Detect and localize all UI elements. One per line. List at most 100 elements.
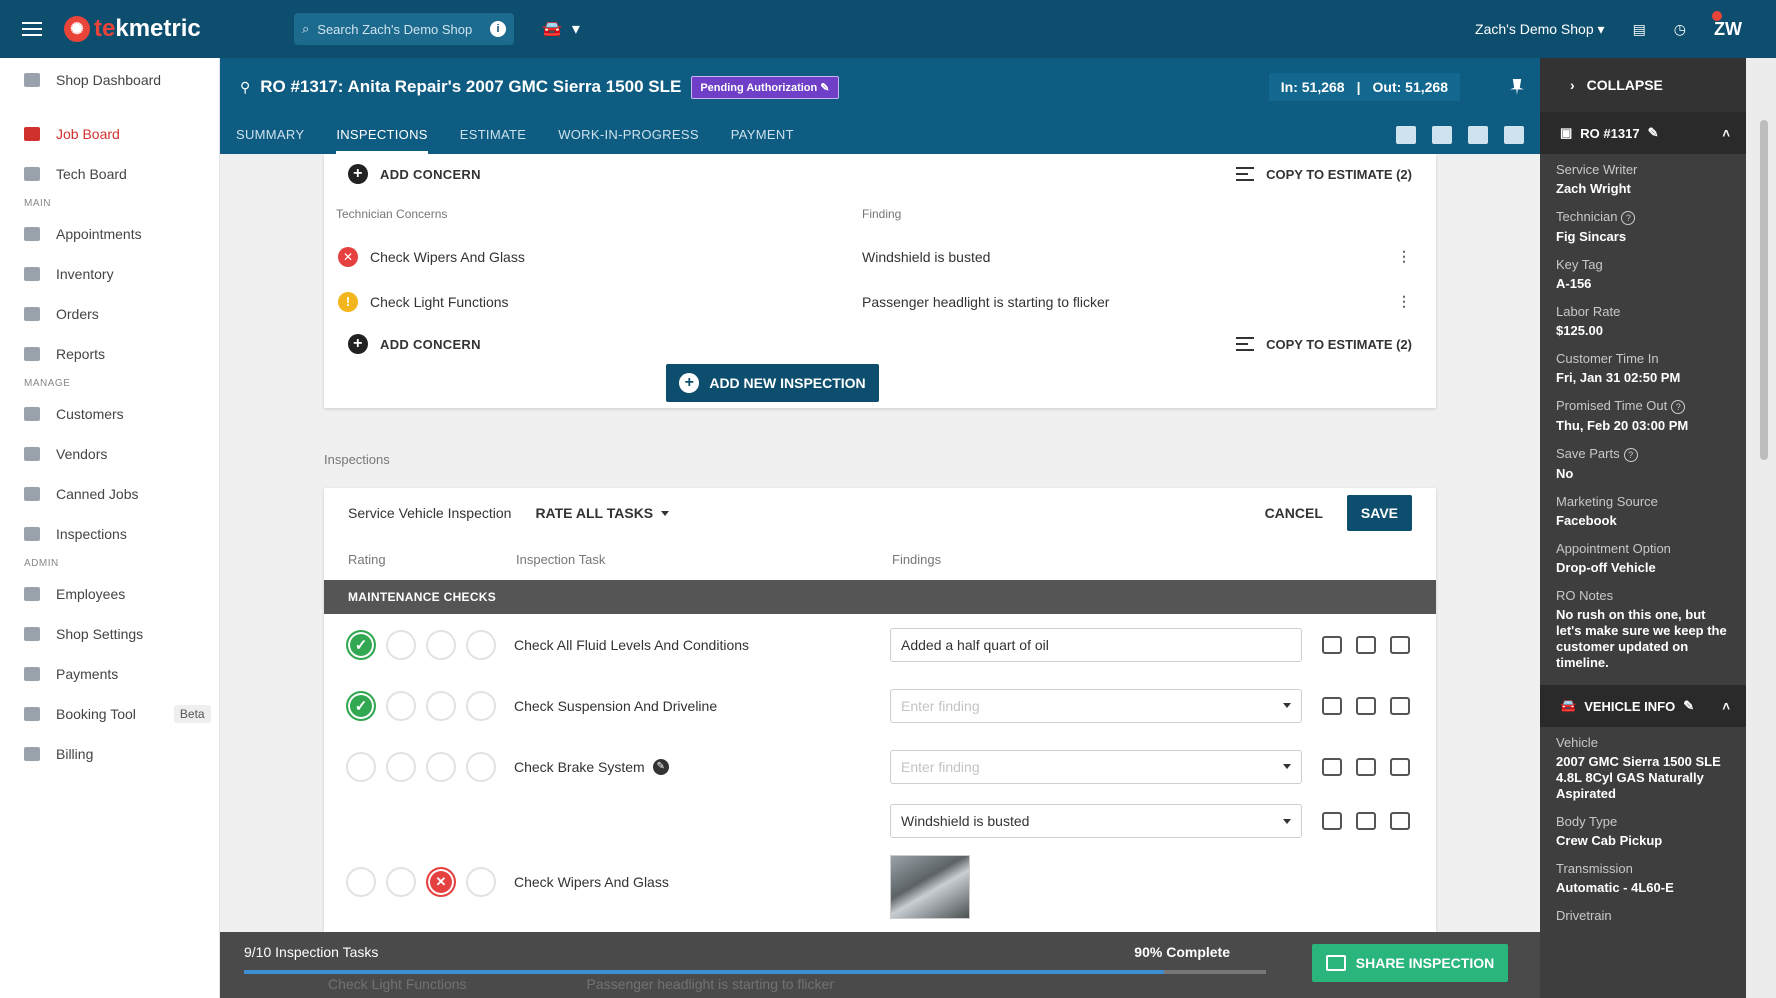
scrollbar-thumb[interactable] — [1760, 120, 1768, 460]
tab-inspections[interactable]: INSPECTIONS — [336, 116, 428, 154]
add-to-estimate-icon[interactable] — [1322, 696, 1342, 715]
edit-icon[interactable]: ✎ — [1683, 698, 1694, 714]
finding-select[interactable]: Enter finding — [890, 749, 1302, 784]
rating-option[interactable] — [346, 751, 376, 782]
clock-icon[interactable]: ◷ — [1674, 21, 1686, 38]
rating-option[interactable] — [426, 751, 456, 782]
tab-payment[interactable]: PAYMENT — [731, 116, 794, 154]
save-button[interactable]: SAVE — [1346, 495, 1412, 531]
print-icon[interactable] — [1504, 126, 1524, 144]
shop-selector[interactable]: Zach's Demo Shop ▾ — [1475, 21, 1605, 38]
menu-icon[interactable] — [0, 0, 64, 58]
rating-option[interactable] — [386, 751, 416, 782]
finding-input[interactable]: Added a half quart of oil — [890, 627, 1302, 662]
rating-option[interactable] — [466, 690, 496, 721]
global-search-input[interactable]: ⌕ Search Zach's Demo Shop i — [294, 13, 514, 45]
rating-option[interactable] — [426, 690, 456, 721]
note-icon[interactable] — [1390, 812, 1410, 830]
status-badge[interactable]: Pending Authorization ✎ — [691, 75, 839, 99]
finding-select[interactable]: Enter finding — [890, 688, 1302, 723]
sidebar-item-booking-tool[interactable]: Booking Tool Beta — [0, 694, 219, 734]
sidebar-item-orders[interactable]: Orders — [0, 294, 219, 334]
user-avatar[interactable]: ZW — [1712, 10, 1742, 40]
chevron-up-icon[interactable]: ˄ — [1722, 126, 1730, 141]
concern-row[interactable]: ! Check Light Functions Passenger headlig… — [324, 279, 1436, 324]
rating-option[interactable] — [426, 629, 456, 660]
vehicle-info-header[interactable]: 🚘 VEHICLE INFO ✎ ˄ — [1540, 685, 1746, 727]
copy-to-estimate-button[interactable]: COPY TO ESTIMATE (2) — [1236, 337, 1412, 352]
sidebar-item-payments[interactable]: Payments — [0, 654, 219, 694]
sidebar-item-employees[interactable]: Employees — [0, 574, 219, 614]
rating-option[interactable] — [466, 867, 496, 897]
rating-option[interactable] — [386, 690, 416, 721]
chevron-up-icon[interactable]: ˄ — [1722, 699, 1730, 714]
tab-summary[interactable]: SUMMARY — [236, 116, 304, 154]
sidebar-item-canned-jobs[interactable]: Canned Jobs — [0, 474, 219, 514]
add-concern-button[interactable]: + ADD CONCERN — [348, 334, 481, 354]
finding-select[interactable]: Windshield is busted — [890, 804, 1302, 838]
edit-icon[interactable]: ✎ — [652, 758, 669, 775]
note-icon[interactable] — [1390, 696, 1410, 715]
info-icon[interactable]: i — [490, 21, 506, 37]
more-vert-icon[interactable]: ⋮ — [1384, 248, 1424, 265]
message-icon[interactable] — [1432, 126, 1452, 144]
windshield-photo-thumbnail[interactable] — [890, 855, 970, 919]
rating-option[interactable] — [466, 629, 496, 660]
vehicle-dropdown[interactable]: 🚘 ▾ — [542, 19, 580, 39]
add-to-estimate-icon[interactable] — [1322, 757, 1342, 776]
chat-icon[interactable]: ▤ — [1633, 21, 1646, 38]
camera-icon[interactable] — [1356, 696, 1376, 715]
field-label: Vehicle — [1556, 735, 1598, 750]
rating-option[interactable] — [346, 867, 376, 897]
more-vert-icon[interactable]: ⋮ — [1384, 293, 1424, 310]
concern-row[interactable]: ✕ Check Wipers And Glass Windshield is bu… — [324, 234, 1436, 279]
plus-circle-icon: + — [348, 164, 368, 184]
screen-share-icon[interactable] — [1468, 126, 1488, 144]
ro-info-header[interactable]: ▣ RO #1317 ✎ ˄ — [1540, 112, 1746, 154]
note-icon[interactable] — [1390, 635, 1410, 654]
camera-icon[interactable] — [1356, 757, 1376, 776]
note-icon[interactable] — [1390, 757, 1410, 776]
sidebar-item-inspections[interactable]: Inspections — [0, 514, 219, 554]
rate-all-label: RATE ALL TASKS — [535, 505, 654, 521]
sidebar-item-customers[interactable]: Customers — [0, 394, 219, 434]
bar-chart-icon[interactable] — [1396, 126, 1416, 144]
camera-icon[interactable] — [1356, 635, 1376, 654]
sidebar-item-reports[interactable]: Reports — [0, 334, 219, 374]
mileage-display[interactable]: In: 51,268 | Out: 51,268 — [1268, 73, 1460, 101]
add-new-inspection-button[interactable]: + ADD NEW INSPECTION — [666, 364, 879, 402]
tab-estimate[interactable]: ESTIMATE — [460, 116, 526, 154]
rating-good-icon[interactable]: ✓ — [346, 629, 376, 660]
add-to-estimate-icon[interactable] — [1322, 635, 1342, 654]
field-value[interactable]: Fig Sincars — [1556, 229, 1730, 245]
sidebar-item-appointments[interactable]: Appointments — [0, 214, 219, 254]
rating-bad-icon[interactable]: ✕ — [426, 867, 456, 897]
copy-to-estimate-button[interactable]: COPY TO ESTIMATE (2) — [1236, 167, 1412, 182]
share-inspection-button[interactable]: SHARE INSPECTION — [1312, 944, 1508, 982]
sidebar-item-vendors[interactable]: Vendors — [0, 434, 219, 474]
rating-good-icon[interactable]: ✓ — [346, 690, 376, 721]
tekmetric-logo[interactable]: ✺ tekmetric — [64, 15, 234, 43]
rating-option[interactable] — [386, 867, 416, 897]
sidebar-item-billing[interactable]: Billing — [0, 734, 219, 774]
help-icon[interactable]: ? — [1621, 211, 1636, 225]
sidebar-item-tech-board[interactable]: Tech Board — [0, 154, 219, 194]
add-to-estimate-icon[interactable] — [1322, 812, 1342, 830]
cancel-button[interactable]: CANCEL — [1265, 505, 1323, 521]
help-icon[interactable]: ? — [1623, 448, 1638, 462]
tab-work-in-progress[interactable]: WORK-IN-PROGRESS — [558, 116, 699, 154]
edit-icon[interactable]: ✎ — [1648, 125, 1659, 141]
add-concern-button[interactable]: + ADD CONCERN — [348, 164, 481, 184]
rating-option[interactable] — [466, 751, 496, 782]
pin-icon[interactable] — [1510, 79, 1524, 95]
sidebar-item-shop-dashboard[interactable]: Shop Dashboard — [0, 60, 219, 100]
rate-all-tasks-dropdown[interactable]: RATE ALL TASKS — [535, 505, 670, 521]
sidebar-item-label: Booking Tool — [56, 706, 136, 722]
help-icon[interactable]: ? — [1671, 400, 1686, 414]
collapse-button[interactable]: › COLLAPSE — [1540, 58, 1746, 112]
camera-icon[interactable] — [1356, 812, 1376, 830]
sidebar-item-inventory[interactable]: Inventory — [0, 254, 219, 294]
rating-option[interactable] — [386, 629, 416, 660]
sidebar-item-job-board[interactable]: Job Board — [0, 114, 219, 154]
sidebar-item-shop-settings[interactable]: Shop Settings — [0, 614, 219, 654]
